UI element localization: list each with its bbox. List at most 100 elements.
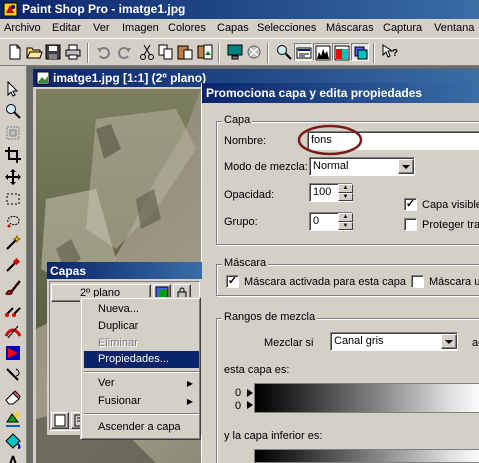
capa-visible-label: Capa visible	[422, 199, 479, 211]
color-palette-icon[interactable]	[332, 43, 350, 61]
clone-brush-icon[interactable]	[4, 300, 22, 318]
menu-captura[interactable]: Captura	[383, 22, 422, 34]
menu-item-ascender[interactable]: Ascender a capa	[84, 419, 199, 436]
save-disk-icon[interactable]	[44, 43, 62, 61]
capa-group-label: Capa	[222, 114, 253, 126]
flood-fill-icon[interactable]	[4, 432, 22, 450]
selection-tool-icon[interactable]	[4, 190, 22, 208]
scratch-remover-icon[interactable]	[4, 366, 22, 384]
menu-item-duplicar[interactable]: Duplicar	[84, 318, 199, 335]
image-doc-icon	[36, 71, 50, 85]
mascara-u-label: Máscara u	[429, 276, 479, 288]
menu-mascaras[interactable]: Máscaras	[326, 22, 374, 34]
esta-capa-max: 0	[235, 400, 242, 412]
menu-ver[interactable]: Ver	[93, 22, 110, 34]
spin-down-icon[interactable]: ▼	[338, 192, 353, 201]
layers-palette-icon[interactable]	[351, 43, 369, 61]
print-icon[interactable]	[64, 43, 82, 61]
menu-colores[interactable]: Colores	[168, 22, 206, 34]
dropper-tool-icon[interactable]	[4, 256, 22, 274]
menu-item-nueva[interactable]: Nueva...	[84, 301, 199, 318]
menu-separator	[84, 371, 199, 373]
color-replacer-icon[interactable]	[4, 322, 22, 340]
proteger-checkbox[interactable]	[404, 218, 417, 231]
zoom-tool-icon[interactable]	[4, 102, 22, 120]
menu-item-fusionar-label: Fusionar	[98, 395, 141, 407]
menu-archivo[interactable]: Archivo	[4, 22, 41, 34]
range-slider-handles[interactable]	[246, 387, 254, 411]
new-layer-button[interactable]	[51, 412, 69, 429]
mezclar-extra-label: ac	[472, 337, 479, 349]
modo-mezcla-dropdown-button[interactable]	[398, 159, 414, 174]
zoom-icon[interactable]	[275, 43, 293, 61]
esta-capa-label: esta capa es:	[224, 364, 290, 376]
move-tool-icon[interactable]	[4, 168, 22, 186]
layers-palette-title-bar[interactable]: Capas	[47, 262, 202, 279]
dialog-title-bar[interactable]: Promociona capa y edita propiedades	[202, 83, 479, 103]
spin-down-icon[interactable]: ▼	[338, 221, 353, 230]
app-title-bar[interactable]: Paint Shop Pro - imatge1.jpg	[0, 0, 479, 19]
redo-icon[interactable]	[115, 43, 133, 61]
submenu-arrow-icon: ▶	[186, 397, 193, 406]
dialog-title: Promociona capa y edita propiedades	[206, 86, 423, 100]
svg-text:?: ?	[392, 48, 398, 59]
tool-palette	[0, 66, 27, 463]
grupo-spinner[interactable]: ▲ ▼	[338, 213, 353, 230]
mezclar-si-label: Mezclar si	[264, 337, 314, 349]
menu-item-fusionar[interactable]: Fusionar ▶	[84, 393, 199, 410]
open-folder-icon[interactable]	[25, 43, 43, 61]
mascara-u-checkbox[interactable]	[411, 275, 424, 288]
menu-item-propiedades[interactable]: Propiedades...	[84, 351, 199, 368]
submenu-arrow-icon: ▶	[186, 379, 193, 388]
deform-tool-icon[interactable]	[4, 124, 22, 142]
capa-inferior-gradient[interactable]	[254, 449, 479, 463]
mezclar-si-dropdown-button[interactable]	[441, 334, 457, 349]
layers-palette-title: Capas	[50, 264, 87, 278]
spin-up-icon[interactable]: ▲	[338, 184, 353, 193]
modo-mezcla-label: Modo de mezcla:	[224, 161, 308, 173]
copy-icon[interactable]	[157, 43, 175, 61]
spin-up-icon[interactable]: ▲	[338, 213, 353, 222]
menu-editar[interactable]: Editar	[52, 22, 81, 34]
freehand-tool-icon[interactable]	[4, 212, 22, 230]
menu-capas[interactable]: Capas	[217, 22, 249, 34]
menu-bar: Archivo Editar Ver Imagen Colores Capas …	[0, 19, 479, 38]
histogram-icon[interactable]	[313, 43, 331, 61]
paste-new-image-icon[interactable]	[196, 43, 214, 61]
monitor-icon[interactable]	[226, 43, 244, 61]
menu-imagen[interactable]: Imagen	[122, 22, 159, 34]
mezclar-si-select[interactable]: Canal gris	[330, 332, 458, 351]
tool-options-icon[interactable]	[294, 43, 312, 61]
help-icon[interactable]: ?	[381, 43, 399, 61]
capa-visible-checkbox[interactable]: ✓	[404, 198, 417, 211]
paintbrush-icon[interactable]	[4, 278, 22, 296]
layer-properties-dialog[interactable]: Promociona capa y edita propiedades Capa…	[201, 83, 479, 463]
paste-icon[interactable]	[176, 43, 194, 61]
eraser-tool-icon[interactable]	[4, 388, 22, 406]
menu-ventana[interactable]: Ventana	[434, 22, 474, 34]
image-window-title: imatge1.jpg [1:1] (2º plano)	[53, 71, 207, 85]
undo-icon[interactable]	[95, 43, 113, 61]
picture-tube-icon[interactable]	[4, 410, 22, 428]
new-file-icon[interactable]	[6, 43, 24, 61]
mascara-activada-checkbox[interactable]: ✓	[226, 275, 239, 288]
menu-item-ver[interactable]: Ver ▶	[84, 375, 199, 392]
toolbar-separator	[267, 43, 269, 63]
capa-inferior-label: y la capa inferior es:	[224, 430, 323, 442]
retouch-tool-icon[interactable]	[4, 344, 22, 362]
mascara-group-label: Máscara	[222, 257, 269, 269]
grupo-label: Grupo:	[224, 216, 258, 228]
main-toolbar: ?	[0, 38, 479, 66]
arrow-tool-icon[interactable]	[4, 80, 22, 98]
opacidad-label: Opacidad:	[224, 189, 275, 201]
opacidad-spinner[interactable]: ▲ ▼	[338, 184, 353, 201]
toolbar-separator	[218, 43, 220, 63]
browser-icon[interactable]	[245, 43, 263, 61]
esta-capa-gradient[interactable]	[254, 383, 479, 413]
cut-icon[interactable]	[138, 43, 156, 61]
app-title: Paint Shop Pro - imatge1.jpg	[22, 2, 186, 16]
text-tool-icon[interactable]	[4, 454, 22, 463]
menu-selecciones[interactable]: Selecciones	[257, 22, 316, 34]
crop-tool-icon[interactable]	[4, 146, 22, 164]
magic-wand-icon[interactable]	[4, 234, 22, 252]
